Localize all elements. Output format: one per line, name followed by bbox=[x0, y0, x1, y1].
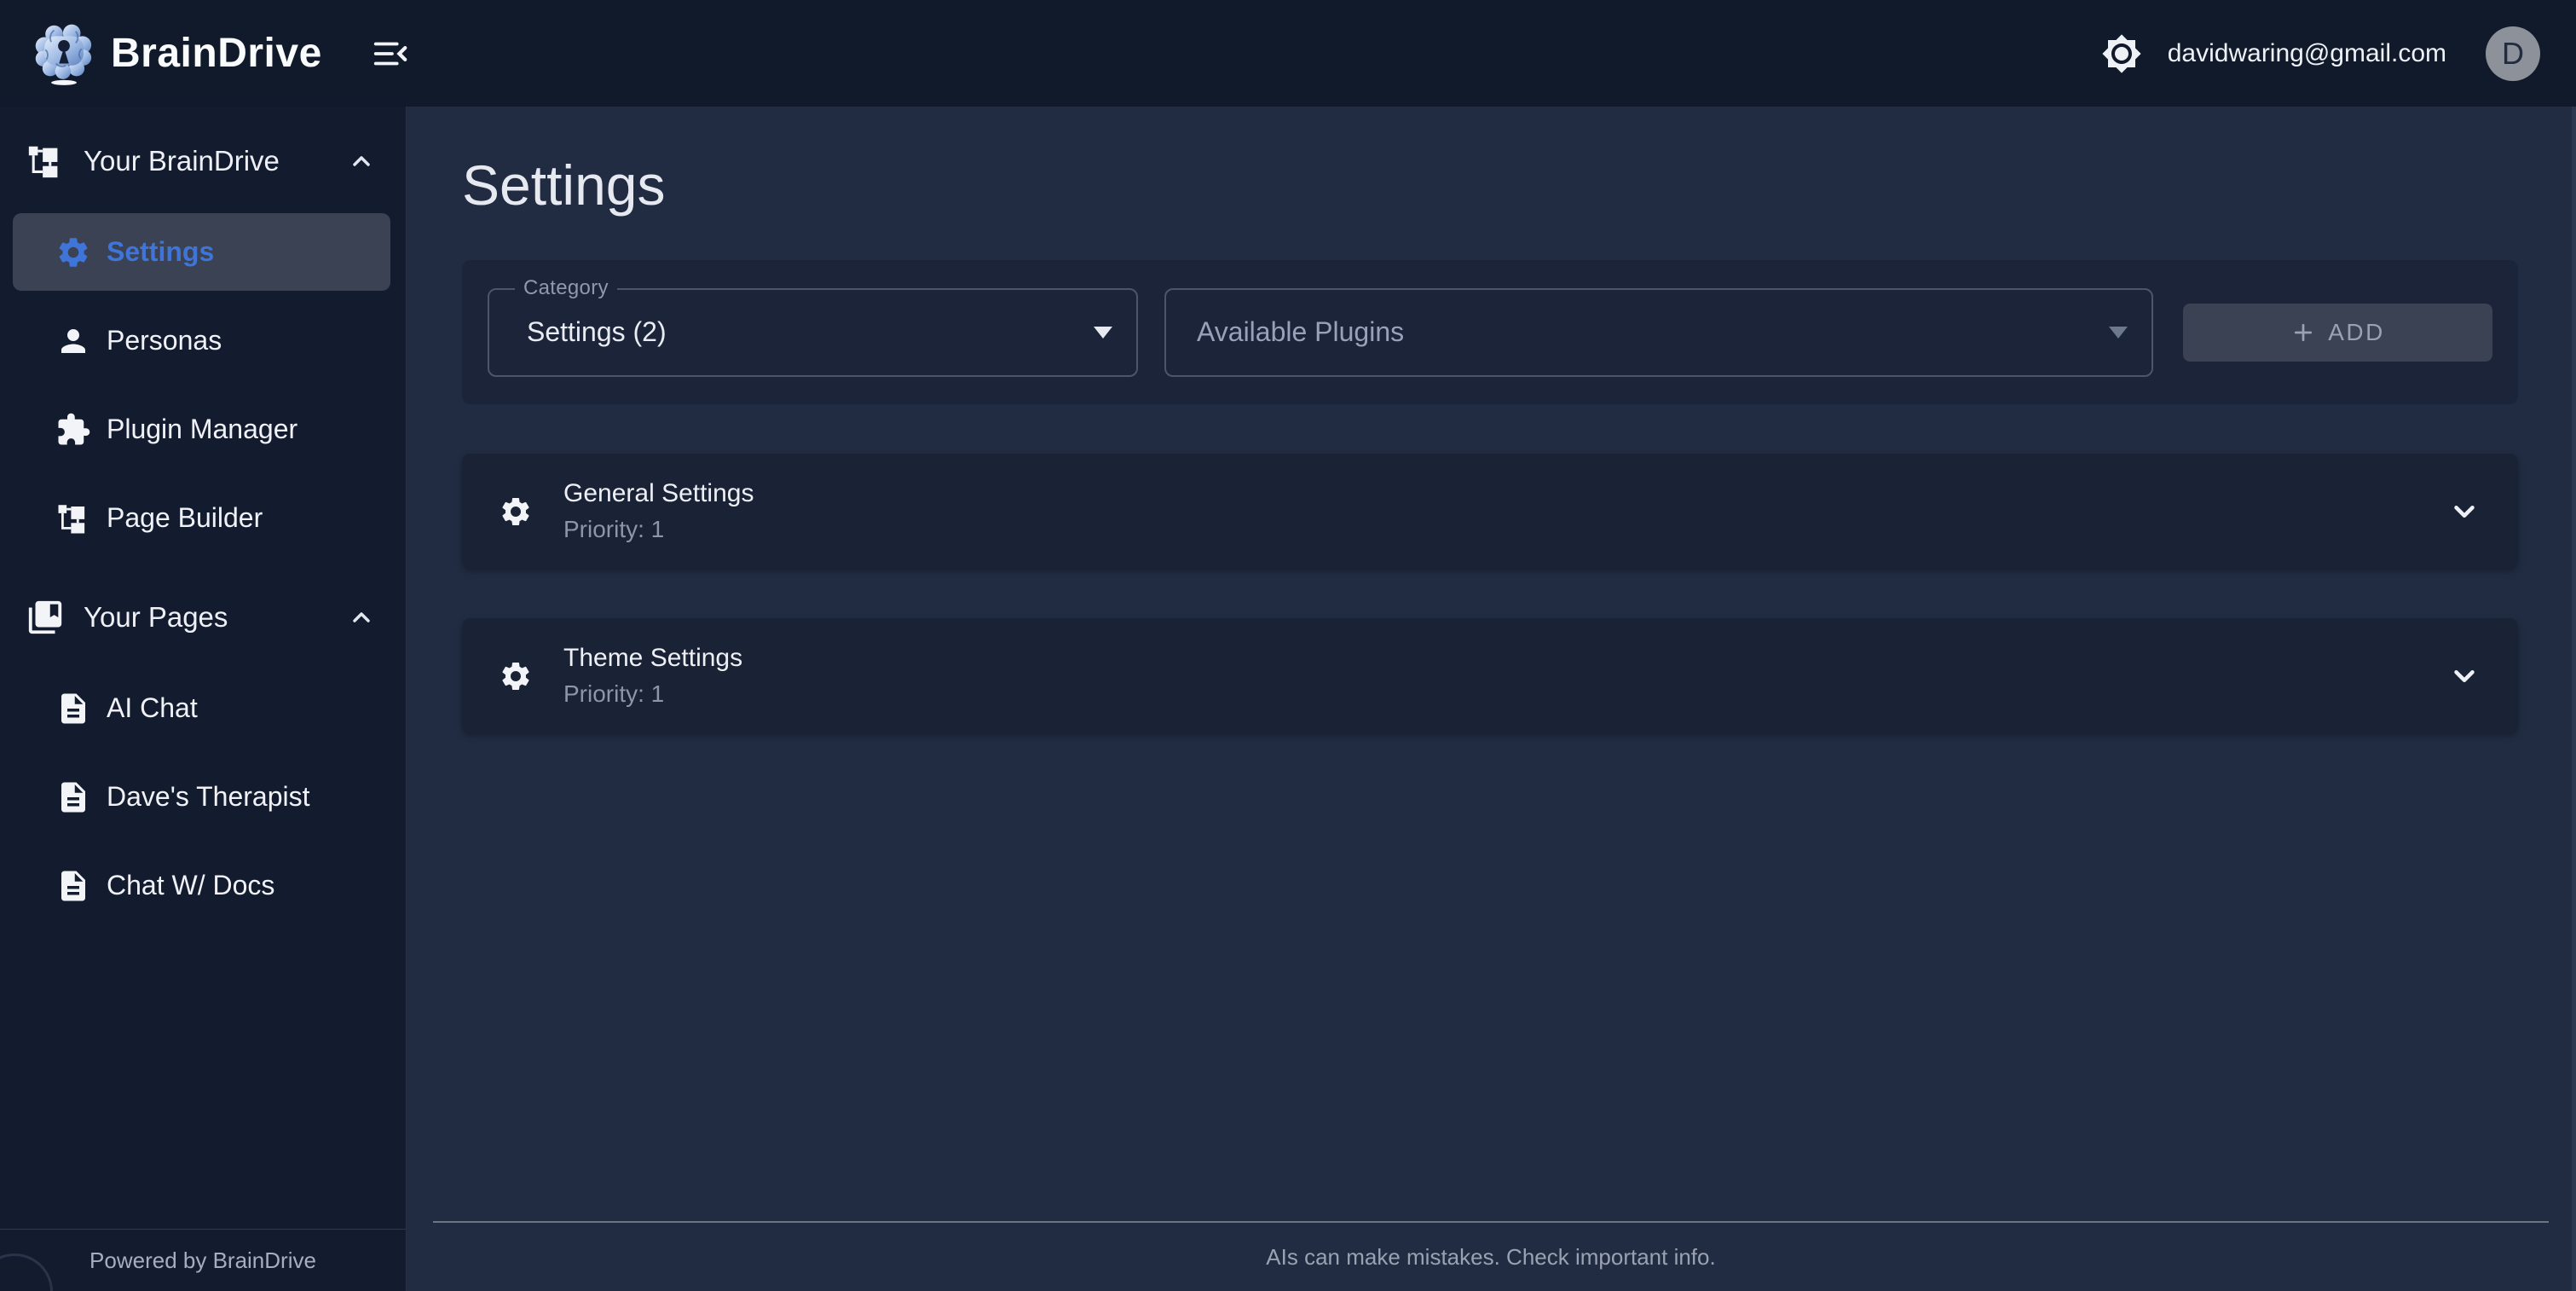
sidebar-item-label: AI Chat bbox=[107, 692, 198, 724]
dropdown-arrow-icon bbox=[2109, 327, 2128, 339]
brand-name: BrainDrive bbox=[111, 30, 322, 77]
user-email[interactable]: davidwaring@gmail.com bbox=[2168, 39, 2446, 68]
collapse-sidebar-button[interactable] bbox=[368, 32, 413, 76]
page-title: Settings bbox=[462, 153, 2518, 217]
schema-icon bbox=[26, 142, 65, 181]
sidebar-item-label: Personas bbox=[107, 325, 222, 356]
document-icon bbox=[55, 779, 91, 815]
gear-icon bbox=[499, 659, 533, 693]
schema-icon bbox=[55, 501, 91, 536]
avatar[interactable]: D bbox=[2486, 26, 2540, 81]
sidebar-item-label: Settings bbox=[107, 236, 214, 268]
app-window: BrainDrive davidwaring@gmail.com bbox=[0, 0, 2576, 1291]
theme-toggle-button[interactable] bbox=[2098, 30, 2146, 78]
braindrive-logo-icon bbox=[32, 20, 95, 87]
topbar: BrainDrive davidwaring@gmail.com bbox=[0, 0, 2576, 107]
collections-bookmark-icon bbox=[26, 598, 65, 637]
sidebar-item-label: Dave's Therapist bbox=[107, 781, 310, 813]
category-select-value: Settings (2) bbox=[489, 316, 667, 348]
available-plugins-select[interactable]: Available Plugins bbox=[1164, 288, 2153, 377]
plus-icon bbox=[2290, 320, 2316, 345]
puzzle-icon bbox=[55, 412, 91, 448]
avatar-initial: D bbox=[2502, 36, 2524, 72]
sidebar-item-label: Chat W/ Docs bbox=[107, 870, 274, 901]
available-plugins-placeholder: Available Plugins bbox=[1166, 316, 1404, 348]
category-select[interactable]: Category Settings (2) bbox=[488, 288, 1138, 377]
accordion-title: General Settings bbox=[563, 479, 754, 508]
accordion-subtitle: Priority: 1 bbox=[563, 516, 754, 543]
section-label: Your Pages bbox=[84, 601, 348, 634]
brightness-icon bbox=[2101, 33, 2142, 74]
disclaimer-footer: AIs can make mistakes. Check important i… bbox=[433, 1221, 2549, 1291]
document-icon bbox=[55, 691, 91, 727]
sidebar-item-label: Plugin Manager bbox=[107, 414, 297, 445]
sidebar-section-your-pages[interactable]: Your Pages bbox=[0, 595, 406, 640]
accordion-theme-settings[interactable]: Theme Settings Priority: 1 bbox=[462, 618, 2518, 733]
gear-icon bbox=[499, 495, 533, 529]
sidebar-item-ai-chat[interactable]: AI Chat bbox=[13, 669, 390, 747]
sidebar-item-plugin-manager[interactable]: Plugin Manager bbox=[13, 391, 390, 468]
sidebar-item-chat-w-docs[interactable]: Chat W/ Docs bbox=[13, 847, 390, 924]
plugin-filter-card: Category Settings (2) Available Plugins bbox=[462, 260, 2518, 404]
sidebar-item-label: Page Builder bbox=[107, 502, 263, 534]
sidebar-item-daves-therapist[interactable]: Dave's Therapist bbox=[13, 758, 390, 836]
brand[interactable]: BrainDrive bbox=[32, 20, 322, 87]
person-icon bbox=[55, 323, 91, 359]
sidebar: Your BrainDrive Settings bbox=[0, 107, 407, 1291]
section-label: Your BrainDrive bbox=[84, 145, 348, 177]
accordion-subtitle: Priority: 1 bbox=[563, 680, 742, 708]
main-area: Settings Category Settings (2) Available… bbox=[407, 107, 2576, 1291]
accordion-title: Theme Settings bbox=[563, 644, 742, 673]
gear-icon bbox=[55, 234, 91, 270]
chevron-down-icon bbox=[2448, 495, 2481, 528]
chevron-up-icon bbox=[348, 604, 375, 631]
chevron-up-icon bbox=[348, 148, 375, 175]
sidebar-item-settings[interactable]: Settings bbox=[13, 213, 390, 291]
accordion-general-settings[interactable]: General Settings Priority: 1 bbox=[462, 454, 2518, 569]
menu-open-icon bbox=[371, 34, 410, 73]
add-button-label: ADD bbox=[2328, 319, 2385, 346]
topbar-right: davidwaring@gmail.com D bbox=[2098, 26, 2540, 81]
sidebar-item-page-builder[interactable]: Page Builder bbox=[13, 479, 390, 557]
disclaimer-text: AIs can make mistakes. Check important i… bbox=[1266, 1244, 1715, 1271]
scrollbar[interactable] bbox=[2572, 107, 2576, 1291]
sidebar-footer: Powered by BrainDrive bbox=[0, 1229, 406, 1291]
dropdown-arrow-icon bbox=[1094, 327, 1112, 339]
chevron-down-icon bbox=[2448, 660, 2481, 692]
powered-by-text: Powered by BrainDrive bbox=[90, 1248, 316, 1274]
document-icon bbox=[55, 868, 91, 904]
add-button[interactable]: ADD bbox=[2183, 304, 2492, 362]
category-select-label: Category bbox=[515, 276, 617, 300]
sidebar-item-personas[interactable]: Personas bbox=[13, 302, 390, 379]
sidebar-section-your-braindrive[interactable]: Your BrainDrive bbox=[0, 139, 406, 183]
